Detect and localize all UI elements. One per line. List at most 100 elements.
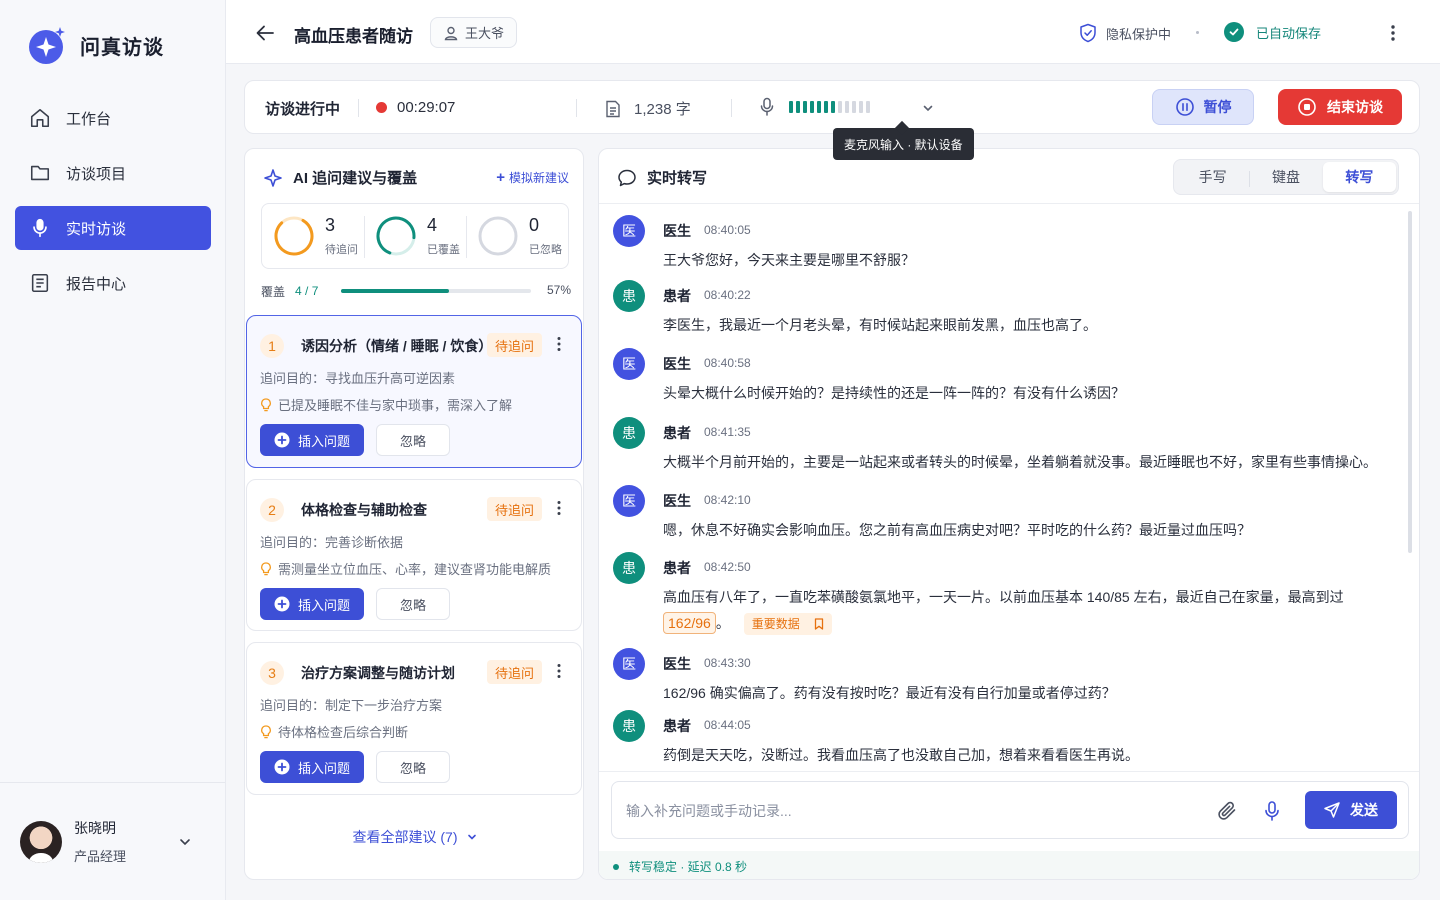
coverage-track: [341, 289, 531, 293]
panel-title: AI 追问建议与覆盖: [263, 167, 417, 188]
stat-caption: 已覆盖: [427, 243, 460, 256]
important-data-tag[interactable]: 重要数据: [743, 613, 832, 636]
scrollbar[interactable]: [1408, 211, 1412, 553]
transcript-message: 医 医生 08:42:10 嗯，休息不好确实会影响血压。您之前有高血压病史对吧？…: [613, 485, 1393, 538]
end-interview-label: 结束访谈: [1327, 99, 1383, 115]
suggestion-card[interactable]: 1 诱因分析（情绪 / 睡眠 / 饮食） 待追问 追问目的：寻找血压升高可逆因素…: [246, 315, 582, 468]
mic-level-bar: [866, 101, 870, 113]
message-text-body: 高血压有八年了，一直吃苯磺酸氨氯地平，一天一片。以前血压基本 140/85 左右…: [663, 589, 1344, 605]
message-text: 王大爷您好，今天来主要是哪里不舒服？: [663, 252, 915, 268]
send-button[interactable]: 发送: [1305, 791, 1397, 829]
user-role: 产品经理: [74, 849, 127, 864]
insert-question-button[interactable]: 插入问题: [260, 424, 364, 456]
ignore-button[interactable]: 忽略: [376, 424, 450, 456]
stat-caption: 已忽略: [529, 243, 562, 256]
message-text: 162/96 确实偏高了。药有没有按时吃？最近有没有自行加量或者停过药？: [663, 685, 1116, 701]
stat-pending[interactable]: 3 待追问: [262, 204, 364, 268]
insert-question-label: 插入问题: [297, 760, 350, 776]
transcript-message: 患 患者 08:42:50 高血压有八年了，一直吃苯磺酸氨氯地平，一天一片。以前…: [613, 552, 1393, 636]
covered-ring: [376, 216, 416, 256]
end-interview-button[interactable]: 结束访谈: [1278, 89, 1402, 125]
tab-keyboard[interactable]: 键盘: [1249, 162, 1322, 192]
stat-ignored[interactable]: 0 已忽略: [466, 204, 568, 268]
insert-question-label: 插入问题: [297, 433, 350, 449]
message-text-tail: 。: [715, 615, 730, 631]
mic-level-bar: [803, 101, 807, 113]
plus-icon: +: [496, 169, 505, 186]
chevron-down-icon[interactable]: [921, 101, 935, 115]
user-icon: [444, 26, 458, 40]
card-index: 3: [260, 661, 284, 685]
brand[interactable]: 问真访谈: [26, 24, 164, 66]
coverage-percent: 57%: [546, 283, 571, 297]
coverage-fraction: 4 / 7: [295, 284, 319, 298]
sidebar-item-projects[interactable]: 访谈项目: [15, 151, 211, 195]
suggestion-stats: 3 待追问 4 已覆盖 0 已忽略: [261, 203, 569, 269]
sidebar-item-live-interview[interactable]: 实时访谈: [15, 206, 211, 250]
avatar: 患: [613, 280, 645, 312]
message-input[interactable]: [626, 800, 1186, 822]
message-text: 嗯，休息不好确实会影响血压。您之前有高血压病史对吧？平时吃的什么药？最近量过血压…: [663, 522, 1251, 538]
avatar: 患: [613, 417, 645, 449]
speaker-role: 患者: [663, 718, 691, 734]
more-vertical-icon[interactable]: [1390, 24, 1396, 42]
sidebar-item-workbench[interactable]: 工作台: [15, 96, 211, 140]
insert-question-button[interactable]: 插入问题: [260, 588, 364, 620]
mic-level-bar: [796, 101, 800, 113]
transcript-message: 医 医生 08:43:30 162/96 确实偏高了。药有没有按时吃？最近有没有…: [613, 648, 1393, 701]
mic-level-bar: [817, 101, 821, 113]
mic-level-bar: [789, 101, 793, 113]
avatar: 医: [613, 485, 645, 517]
panel-title-text: AI 追问建议与覆盖: [293, 170, 418, 187]
more-vertical-icon[interactable]: [556, 336, 562, 352]
tab-transcribe[interactable]: 转写: [1322, 162, 1396, 192]
more-vertical-icon[interactable]: [556, 500, 562, 516]
paperclip-icon[interactable]: [1216, 800, 1238, 822]
coverage-label: 覆盖: [261, 284, 286, 299]
sidebar: 问真访谈 工作台 访谈项目 实时访谈 报告中心 张晓明 产品经理: [0, 0, 226, 900]
transcript-message: 医 医生 08:40:58 头晕大概什么时候开始的？是持续性的还是一阵一阵的？有…: [613, 348, 1393, 401]
stat-covered[interactable]: 4 已覆盖: [364, 204, 466, 268]
card-index: 2: [260, 498, 284, 522]
user-name: 张晓明: [74, 820, 116, 836]
simulate-suggestion-button[interactable]: + 模拟新建议: [496, 169, 569, 186]
timestamp: 08:44:05: [704, 718, 751, 732]
highlighted-value[interactable]: 162/96: [663, 612, 716, 634]
card-hint-text: 待体格检查后综合判断: [278, 725, 409, 740]
view-all-suggestions-link[interactable]: 查看全部建议 (7): [245, 827, 585, 847]
mic-level-meter[interactable]: [759, 97, 873, 117]
transcript-message: 患 患者 08:44:05 药倒是天天吃，没断过。我看血压高了也没敢自己加，想着…: [613, 710, 1393, 763]
sidebar-item-reports[interactable]: 报告中心: [15, 261, 211, 305]
user-profile[interactable]: 张晓明 产品经理: [0, 782, 225, 900]
message-text: 高血压有八年了，一直吃苯磺酸氨氯地平，一天一片。以前血压基本 140/85 左右…: [663, 584, 1353, 636]
timestamp: 08:40:58: [704, 356, 751, 370]
card-hint: 待体格检查后综合判断: [260, 722, 408, 741]
card-purpose: 追问目的：制定下一步治疗方案: [260, 698, 443, 713]
suggestion-card[interactable]: 2 体格检查与辅助检查 待追问 追问目的：完善诊断依据 需测量坐立位血压、心率，…: [246, 479, 582, 631]
stat-value: 4: [427, 214, 438, 235]
ignored-ring: [478, 216, 518, 256]
lightbulb-icon: [261, 561, 271, 575]
insert-question-button[interactable]: 插入问题: [260, 751, 364, 783]
card-purpose: 追问目的：完善诊断依据: [260, 535, 404, 550]
more-vertical-icon[interactable]: [556, 663, 562, 679]
card-title: 诱因分析（情绪 / 睡眠 / 饮食）: [301, 338, 493, 354]
suggestion-card[interactable]: 3 治疗方案调整与随访计划 待追问 追问目的：制定下一步治疗方案 待体格检查后综…: [246, 642, 582, 795]
microphone-icon[interactable]: [1264, 800, 1280, 822]
status-badge: 待追问: [487, 660, 543, 684]
card-hint-text: 已提及睡眠不佳与家中琐事，需深入了解: [278, 398, 513, 413]
ignore-button[interactable]: 忽略: [376, 751, 450, 783]
chevron-down-icon[interactable]: [177, 834, 193, 850]
tab-handwriting[interactable]: 手写: [1176, 162, 1249, 192]
speaker-role: 医生: [663, 356, 691, 372]
transcription-status-text: 转写稳定 · 延迟 0.8 秒: [629, 860, 748, 874]
composer: 发送: [611, 781, 1409, 839]
back-arrow-icon[interactable]: [254, 22, 276, 44]
ignore-button[interactable]: 忽略: [376, 588, 450, 620]
transcript-message: 医 医生 08:40:05 王大爷您好，今天来主要是哪里不舒服？: [613, 215, 1393, 268]
chat-bubble-icon: [618, 169, 636, 186]
pause-button[interactable]: 暂停: [1152, 89, 1254, 125]
avatar: 医: [613, 348, 645, 380]
panel-title: 实时转写: [617, 167, 707, 188]
patient-chip[interactable]: 王大爷: [430, 17, 518, 48]
